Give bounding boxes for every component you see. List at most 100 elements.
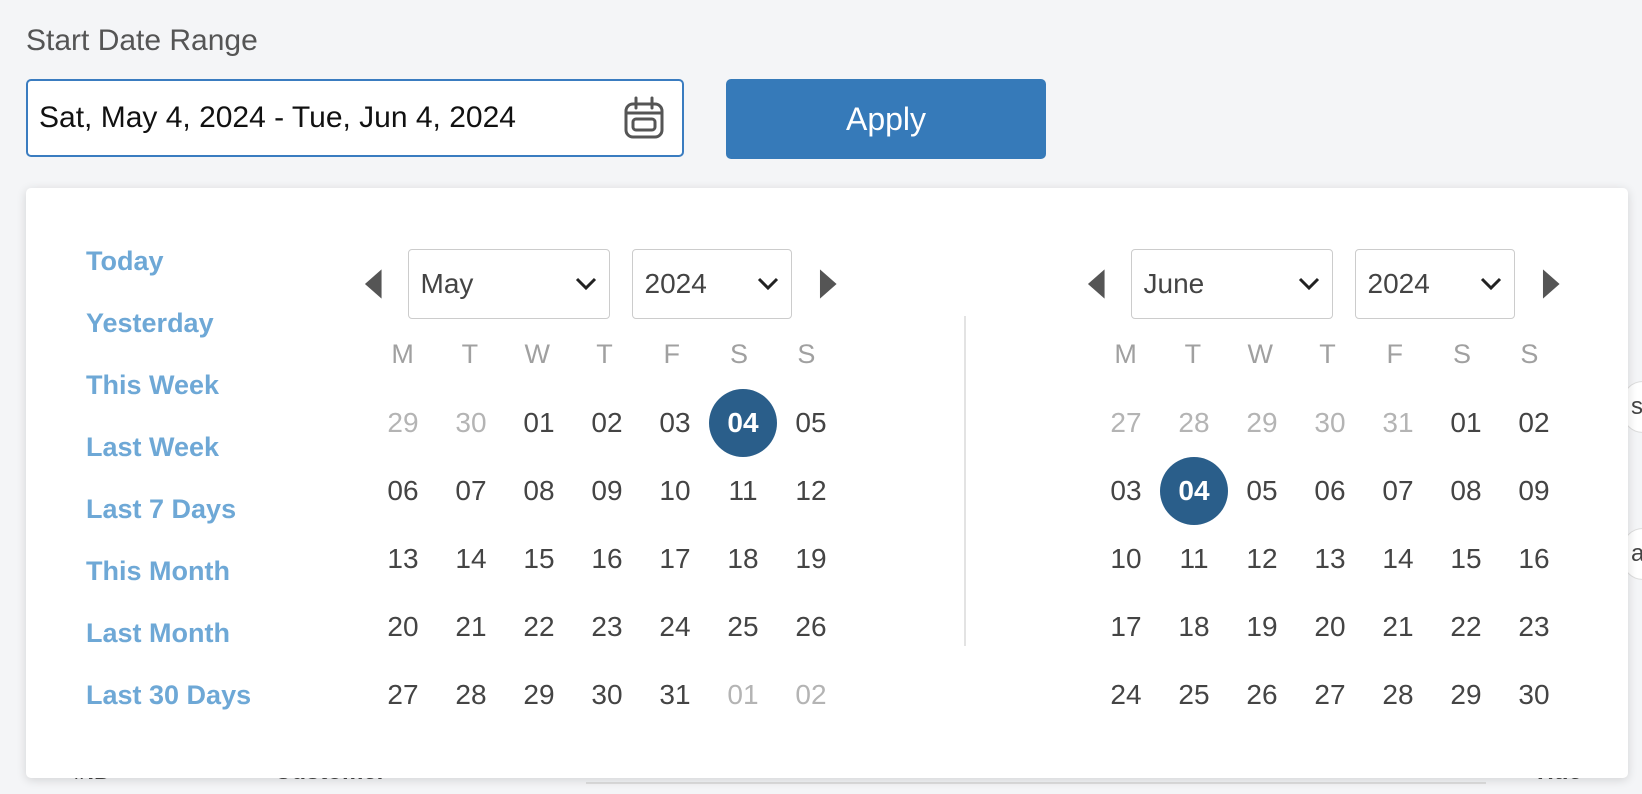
calendar-day[interactable]: 16 — [573, 525, 641, 593]
calendar-day[interactable]: 23 — [573, 593, 641, 661]
calendar-day[interactable]: 15 — [505, 525, 573, 593]
preset-this-month[interactable]: This Month — [86, 556, 251, 618]
weekday-label: S — [1453, 339, 1472, 369]
preset-last-30-days[interactable]: Last 30 Days — [86, 680, 251, 742]
calendar-day[interactable]: 27 — [1092, 389, 1160, 457]
calendar-day[interactable]: 13 — [369, 525, 437, 593]
weekday-label: T — [1319, 339, 1336, 369]
calendar-day[interactable]: 30 — [573, 661, 641, 729]
calendar-day[interactable]: 30 — [1296, 389, 1364, 457]
year-select[interactable]: 2024 — [631, 249, 793, 319]
calendar-day[interactable]: 18 — [1160, 593, 1228, 661]
calendar-day[interactable]: 11 — [1160, 525, 1228, 593]
calendar-day[interactable]: 10 — [641, 457, 709, 525]
preset-yesterday[interactable]: Yesterday — [86, 308, 251, 370]
calendar-day[interactable]: 20 — [1296, 593, 1364, 661]
calendar-day[interactable]: 24 — [1092, 661, 1160, 729]
calendar-day[interactable]: 09 — [573, 457, 641, 525]
calendar-day[interactable]: 17 — [1092, 593, 1160, 661]
calendar-day[interactable]: 05 — [777, 389, 845, 457]
calendar-day[interactable]: 03 — [641, 389, 709, 457]
calendar-day[interactable]: 28 — [437, 661, 505, 729]
preset-last-month[interactable]: Last Month — [86, 618, 251, 680]
year-select[interactable]: 2024 — [1354, 249, 1516, 319]
month-select[interactable]: June — [1130, 249, 1333, 319]
calendar-day[interactable]: 14 — [437, 525, 505, 593]
preset-today[interactable]: Today — [86, 246, 251, 308]
calendar-day[interactable]: 29 — [369, 389, 437, 457]
calendar-day[interactable]: 01 — [1432, 389, 1500, 457]
calendar-day[interactable]: 05 — [1228, 457, 1296, 525]
date-range-input[interactable]: Sat, May 4, 2024 - Tue, Jun 4, 2024 — [26, 79, 684, 157]
next-month-arrow-icon[interactable] — [1541, 267, 1563, 301]
calendar-nav: June 2024 — [1085, 249, 1563, 319]
weekday-label: S — [730, 339, 749, 369]
calendar-day[interactable]: 08 — [1432, 457, 1500, 525]
calendar-day[interactable]: 12 — [777, 457, 845, 525]
calendar-day[interactable]: 29 — [505, 661, 573, 729]
calendar-day[interactable]: 09 — [1500, 457, 1568, 525]
calendar-day[interactable]: 25 — [1160, 661, 1228, 729]
calendar-day[interactable]: 01 — [709, 661, 777, 729]
calendar-day[interactable]: 10 — [1092, 525, 1160, 593]
calendar-day[interactable]: 31 — [641, 661, 709, 729]
day-grid: 29 30 01 02 03 04 05 06 07 08 09 10 11 12 13 14 15 16 17 18… — [369, 389, 840, 729]
calendar-day[interactable]: 14 — [1364, 525, 1432, 593]
calendar-day[interactable]: 16 — [1500, 525, 1568, 593]
calendar-day[interactable]: 26 — [777, 593, 845, 661]
prev-month-arrow-icon[interactable] — [362, 267, 384, 301]
calendar-day[interactable]: 07 — [437, 457, 505, 525]
calendar-day[interactable]: 03 — [1092, 457, 1160, 525]
calendar-day[interactable]: 15 — [1432, 525, 1500, 593]
calendar-day[interactable]: 21 — [437, 593, 505, 661]
preset-last-week[interactable]: Last Week — [86, 432, 251, 494]
weekday-label: M — [391, 339, 414, 369]
weekday-label: M — [1114, 339, 1137, 369]
calendar-day[interactable]: 21 — [1364, 593, 1432, 661]
calendar-day-selected[interactable]: 04 — [709, 389, 777, 457]
weekday-header: M T W T F S S — [369, 339, 840, 385]
calendar-day[interactable]: 02 — [777, 661, 845, 729]
calendar-day[interactable]: 24 — [641, 593, 709, 661]
month-select[interactable]: May — [407, 249, 610, 319]
calendar-day[interactable]: 02 — [1500, 389, 1568, 457]
calendar-day[interactable]: 07 — [1364, 457, 1432, 525]
calendar-day[interactable]: 19 — [777, 525, 845, 593]
calendar-day[interactable]: 23 — [1500, 593, 1568, 661]
calendar-day[interactable]: 11 — [709, 457, 777, 525]
calendar-day[interactable]: 25 — [709, 593, 777, 661]
calendar-icon[interactable] — [624, 96, 664, 140]
calendar-day[interactable]: 26 — [1228, 661, 1296, 729]
calendar-day[interactable]: 01 — [505, 389, 573, 457]
calendar-day[interactable]: 17 — [641, 525, 709, 593]
next-month-arrow-icon[interactable] — [818, 267, 840, 301]
calendar-day[interactable]: 06 — [1296, 457, 1364, 525]
apply-button[interactable]: Apply — [726, 79, 1046, 159]
calendar-day[interactable]: 29 — [1228, 389, 1296, 457]
start-date-range-label: Start Date Range — [26, 24, 258, 57]
calendar-day[interactable]: 27 — [1296, 661, 1364, 729]
calendar-day[interactable]: 22 — [505, 593, 573, 661]
calendar-day[interactable]: 27 — [369, 661, 437, 729]
prev-month-arrow-icon[interactable] — [1085, 267, 1107, 301]
calendar-day[interactable]: 22 — [1432, 593, 1500, 661]
calendar-day[interactable]: 02 — [573, 389, 641, 457]
calendar-day[interactable]: 31 — [1364, 389, 1432, 457]
year-select-value: 2024 — [1367, 268, 1430, 299]
calendar-day[interactable]: 12 — [1228, 525, 1296, 593]
calendar-day[interactable]: 18 — [709, 525, 777, 593]
calendar-day[interactable]: 28 — [1364, 661, 1432, 729]
preset-last-7-days[interactable]: Last 7 Days — [86, 494, 251, 556]
calendar-day[interactable]: 28 — [1160, 389, 1228, 457]
weekday-label: S — [797, 339, 816, 369]
calendar-day[interactable]: 13 — [1296, 525, 1364, 593]
calendar-day-selected[interactable]: 04 — [1160, 457, 1228, 525]
calendar-day[interactable]: 20 — [369, 593, 437, 661]
calendar-day[interactable]: 30 — [1500, 661, 1568, 729]
calendar-day[interactable]: 08 — [505, 457, 573, 525]
calendar-day[interactable]: 30 — [437, 389, 505, 457]
calendar-day[interactable]: 19 — [1228, 593, 1296, 661]
calendar-day[interactable]: 06 — [369, 457, 437, 525]
preset-this-week[interactable]: This Week — [86, 370, 251, 432]
calendar-day[interactable]: 29 — [1432, 661, 1500, 729]
